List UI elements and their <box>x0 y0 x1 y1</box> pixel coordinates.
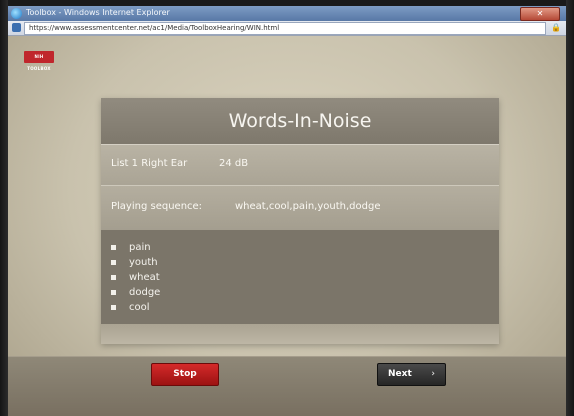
stop-button[interactable]: Stop <box>151 363 219 386</box>
browser-window: Toolbox - Windows Internet Explorer ✕ ht… <box>8 6 566 416</box>
test-panel: Words-In-Noise List 1 Right Ear 24 dB Pl… <box>101 98 499 344</box>
url-field[interactable]: https://www.assessmentcenter.net/ac1/Med… <box>24 22 546 35</box>
word-label: wheat <box>129 272 160 283</box>
bullet-icon <box>111 275 116 280</box>
monitor-bezel-right <box>566 0 574 416</box>
next-button[interactable]: Next › <box>377 363 446 386</box>
address-bar: https://www.assessmentcenter.net/ac1/Med… <box>8 21 566 36</box>
button-bar <box>8 356 566 416</box>
title-bar: Toolbox - Windows Internet Explorer ✕ <box>8 6 566 21</box>
bullet-icon <box>111 290 116 295</box>
monitor-bezel-left <box>0 0 8 416</box>
screen: Toolbox - Windows Internet Explorer ✕ ht… <box>0 0 574 416</box>
url-text: https://www.assessmentcenter.net/ac1/Med… <box>29 24 280 32</box>
bullet-icon <box>111 245 116 250</box>
chevron-right-icon: › <box>431 369 435 379</box>
bullet-icon <box>111 305 116 310</box>
next-label: Next <box>388 369 412 379</box>
test-title: Words-In-Noise <box>228 110 372 132</box>
word-list-area: pain youth wheat dodge cool <box>101 230 499 324</box>
word-item[interactable]: youth <box>111 255 160 270</box>
page-content: NIH TOOLBOX Words-In-Noise List 1 Right … <box>8 36 566 416</box>
panel-footer <box>101 324 499 344</box>
level-value: 24 dB <box>219 158 249 169</box>
sequence-label: Playing sequence: <box>111 201 203 212</box>
word-item[interactable]: dodge <box>111 285 160 300</box>
word-item[interactable]: pain <box>111 240 160 255</box>
word-label: pain <box>129 242 151 253</box>
window-title: Toolbox - Windows Internet Explorer <box>26 8 170 17</box>
word-label: cool <box>129 302 150 313</box>
word-item[interactable]: wheat <box>111 270 160 285</box>
list-info-row: List 1 Right Ear 24 dB <box>101 144 499 185</box>
word-item[interactable]: cool <box>111 300 160 315</box>
nih-toolbox-logo: NIH TOOLBOX <box>24 51 54 71</box>
sequence-value: wheat,cool,pain,youth,dodge <box>235 201 381 212</box>
list-label: List 1 Right Ear <box>111 158 188 169</box>
word-list: pain youth wheat dodge cool <box>111 240 160 315</box>
close-window-button[interactable]: ✕ <box>520 7 560 21</box>
word-label: dodge <box>129 287 161 298</box>
word-label: youth <box>129 257 158 268</box>
page-icon <box>12 23 21 32</box>
sequence-row: Playing sequence: wheat,cool,pain,youth,… <box>101 185 499 230</box>
browser-logo-icon <box>11 8 22 19</box>
lock-icon[interactable]: 🔒 <box>551 23 561 32</box>
bullet-icon <box>111 260 116 265</box>
panel-header: Words-In-Noise <box>101 98 499 144</box>
